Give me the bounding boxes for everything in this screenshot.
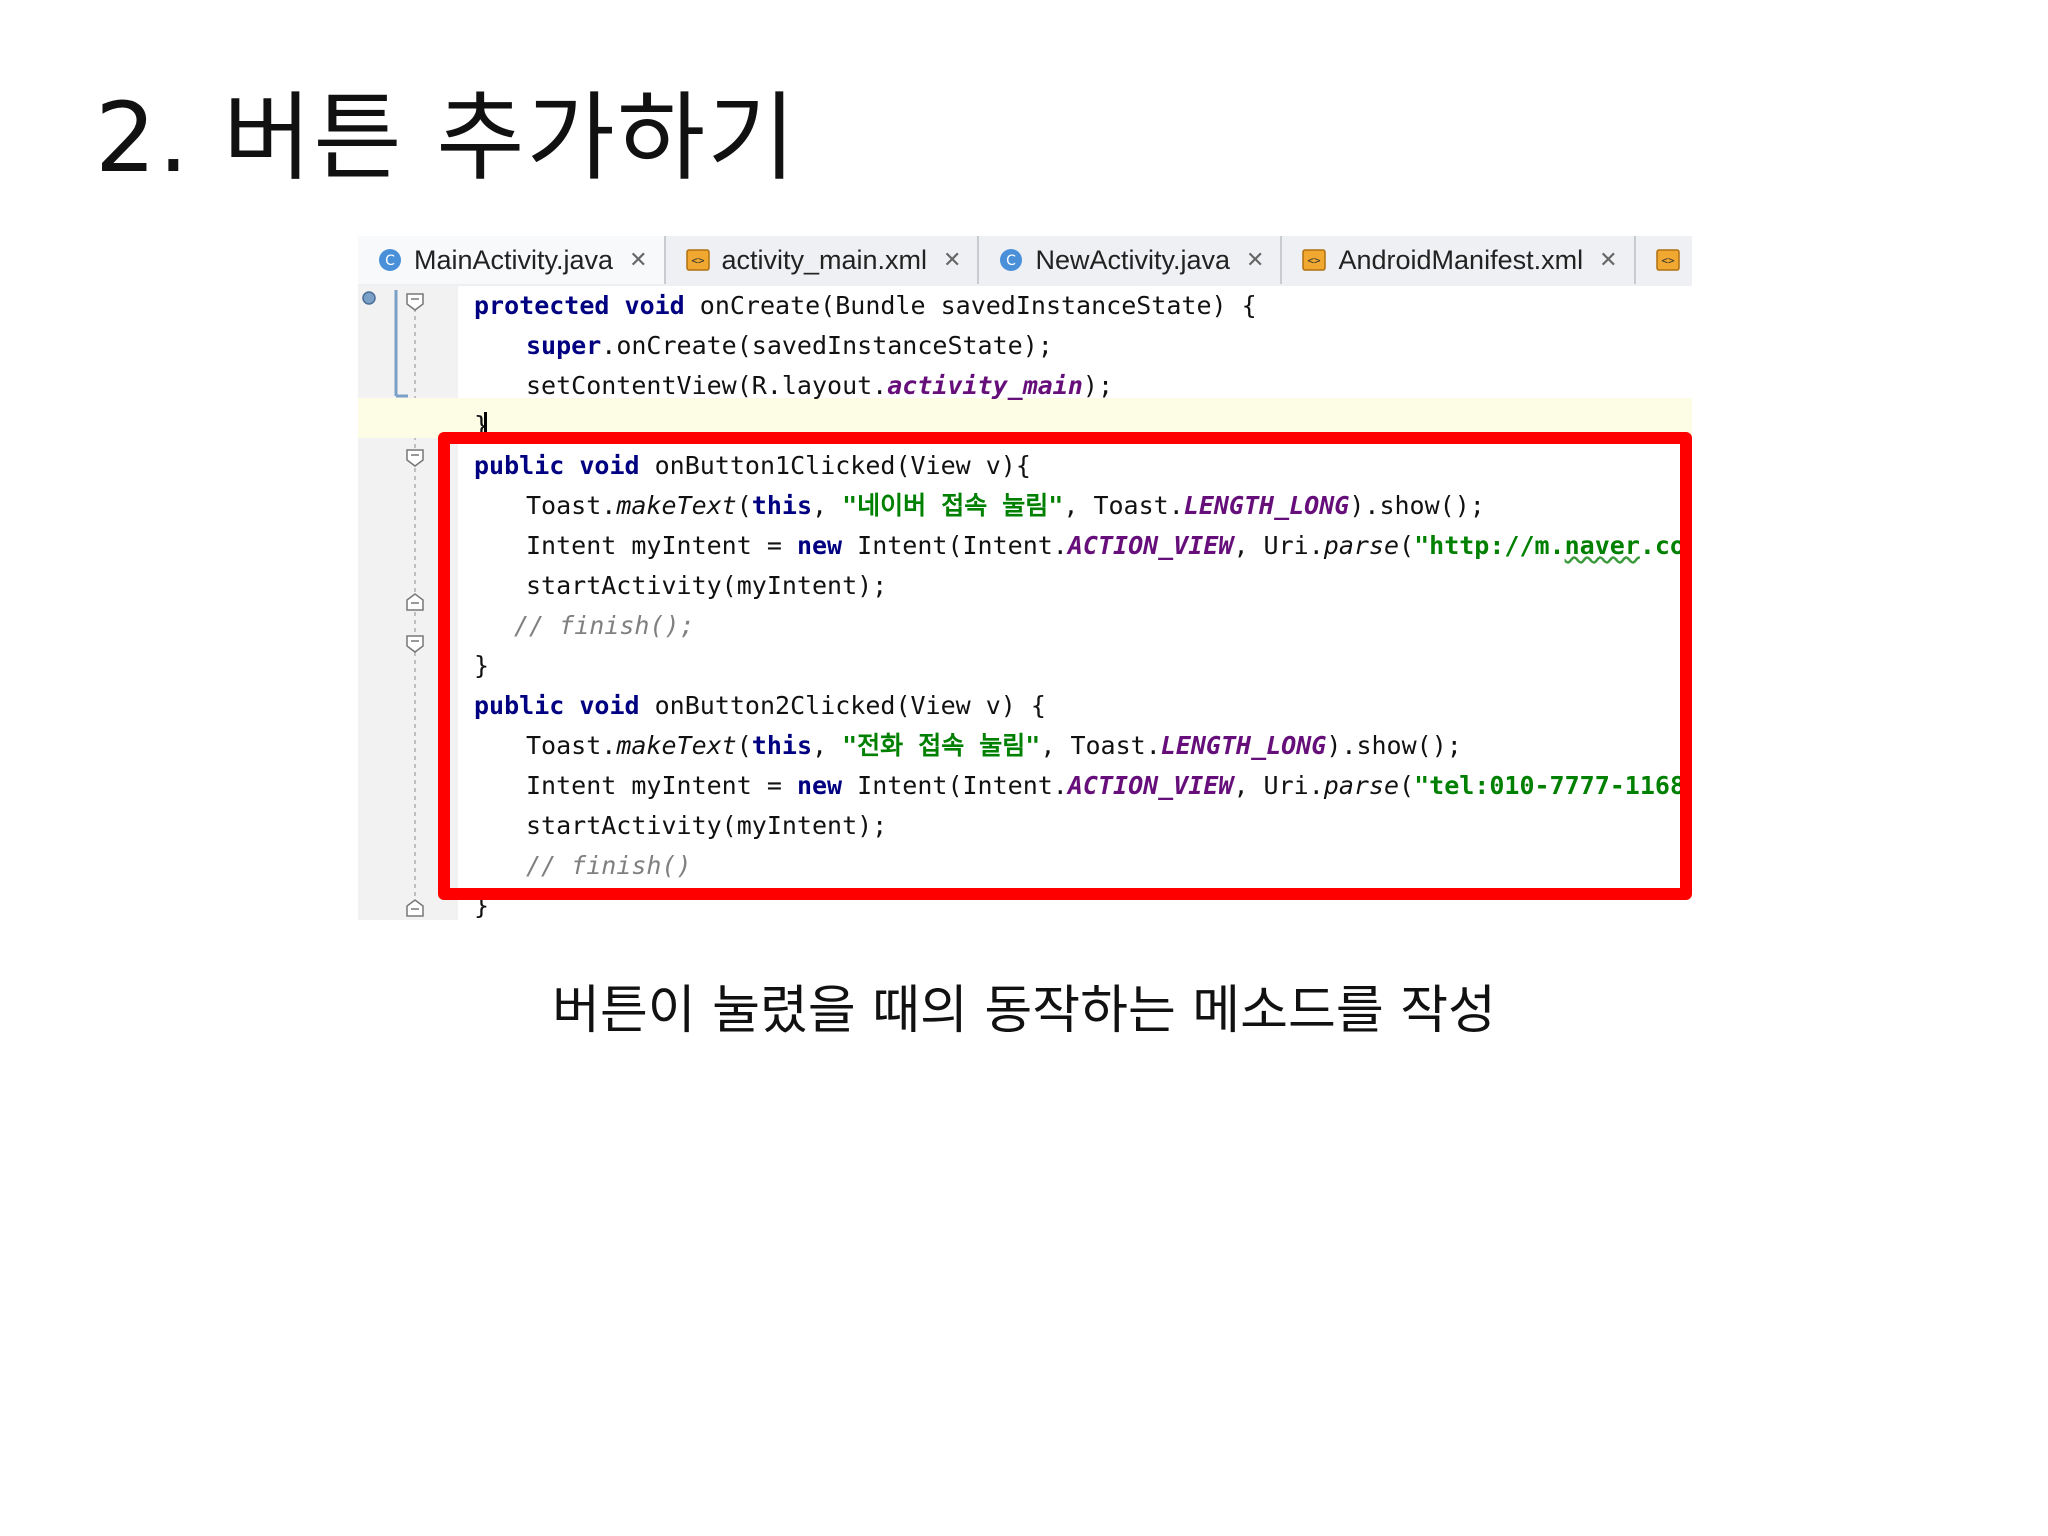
tab-label: AndroidManifest.xml bbox=[1338, 244, 1584, 275]
slide-title: 2. 버튼 추가하기 bbox=[95, 82, 798, 194]
svg-text:C: C bbox=[385, 253, 395, 269]
xml-file-icon: <> bbox=[684, 246, 712, 274]
tab-label: activity_main.xml bbox=[721, 244, 928, 275]
close-icon[interactable]: ✕ bbox=[1246, 247, 1264, 273]
svg-text:<>: <> bbox=[1661, 254, 1675, 267]
highlight-box bbox=[438, 432, 1692, 900]
editor-tab-bar: C MainActivity.java ✕ <> activity_main.x… bbox=[358, 236, 1692, 288]
tab-activity-main-xml[interactable]: <> activity_main.xml ✕ bbox=[666, 236, 980, 284]
tab-label: NewActivity.java bbox=[1035, 244, 1231, 275]
svg-text:C: C bbox=[1007, 253, 1017, 269]
tab-partial[interactable]: <> s bbox=[1636, 236, 1692, 284]
tab-new-activity-java[interactable]: C NewActivity.java ✕ bbox=[979, 236, 1283, 284]
xml-file-icon: <> bbox=[1654, 246, 1682, 274]
slide-caption: 버튼이 눌렸을 때의 동작하는 메소드를 작성 bbox=[552, 981, 1496, 1041]
code-line: protected void onCreate(Bundle savedInst… bbox=[474, 291, 1257, 320]
close-icon[interactable]: ✕ bbox=[943, 247, 961, 273]
xml-file-icon: <> bbox=[1300, 246, 1328, 274]
close-icon[interactable]: ✕ bbox=[1599, 247, 1617, 273]
tab-android-manifest-xml[interactable]: <> AndroidManifest.xml ✕ bbox=[1282, 236, 1636, 284]
tab-main-activity-java[interactable]: C MainActivity.java ✕ bbox=[358, 236, 666, 284]
java-class-icon: C bbox=[376, 246, 404, 274]
svg-text:<>: <> bbox=[691, 254, 705, 267]
java-class-icon: C bbox=[997, 246, 1025, 274]
svg-text:<>: <> bbox=[1308, 254, 1322, 267]
code-line: setContentView(R.layout.activity_main); bbox=[526, 371, 1114, 400]
close-icon[interactable]: ✕ bbox=[629, 247, 647, 273]
tab-label: MainActivity.java bbox=[414, 244, 614, 275]
code-line: super.onCreate(savedInstanceState); bbox=[526, 331, 1053, 360]
